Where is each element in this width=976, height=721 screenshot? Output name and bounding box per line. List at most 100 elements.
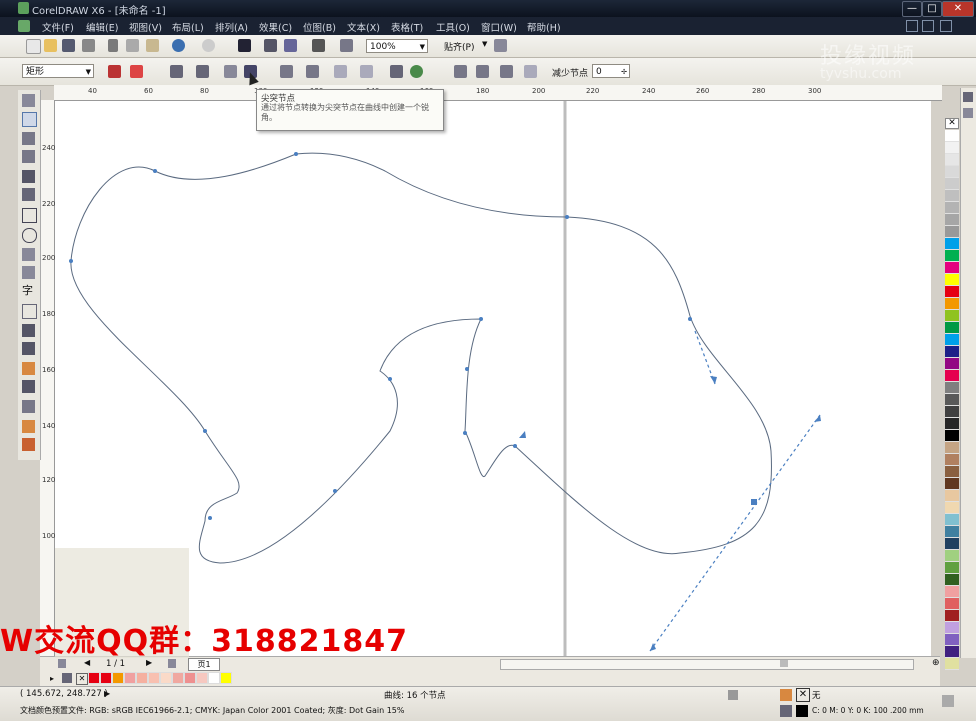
connector-tool-icon[interactable] — [22, 342, 35, 355]
no-color-swatch[interactable]: ✕ — [945, 118, 959, 129]
menu-edit[interactable]: 编辑(E) — [86, 20, 118, 34]
color-swatch[interactable] — [945, 274, 959, 286]
color-swatch[interactable] — [945, 214, 959, 226]
smooth-node-icon[interactable] — [280, 65, 293, 78]
join-nodes-icon[interactable] — [170, 65, 183, 78]
color-swatch[interactable] — [945, 358, 959, 370]
color-swatch[interactable] — [945, 562, 959, 574]
freehand-tool-icon[interactable] — [22, 170, 35, 183]
menu-effects[interactable]: 效果(C) — [259, 20, 292, 34]
resize-grip-icon[interactable] — [942, 695, 954, 707]
horizontal-ruler[interactable]: 40 60 80 100 120 140 160 180 200 220 240… — [54, 85, 942, 101]
zoom-tool-icon[interactable] — [22, 150, 35, 163]
menu-text[interactable]: 文本(X) — [347, 20, 380, 34]
docker-icon[interactable] — [963, 92, 973, 102]
color-swatch[interactable] — [945, 454, 959, 466]
shape-selection-mode-select[interactable]: 矩形 ▼ — [22, 64, 94, 78]
document-color-swatch[interactable] — [100, 672, 112, 684]
menu-table[interactable]: 表格(T) — [391, 20, 423, 34]
control-handle-line[interactable] — [649, 414, 821, 652]
menu-arrange[interactable]: 排列(A) — [215, 20, 248, 34]
color-swatch[interactable] — [945, 646, 959, 658]
symmetrical-node-icon[interactable] — [306, 65, 319, 78]
zoom-level-select[interactable]: 100% ▼ — [366, 39, 428, 53]
color-swatch[interactable] — [945, 394, 959, 406]
minimize-button[interactable]: — — [902, 1, 922, 17]
node[interactable] — [69, 259, 73, 263]
color-swatch[interactable] — [945, 466, 959, 478]
reduce-nodes-input[interactable]: 0 ✢ — [592, 64, 630, 78]
control-point-arrow[interactable] — [814, 415, 821, 422]
palette-menu-icon[interactable]: ▸ — [50, 674, 54, 683]
node[interactable] — [203, 429, 207, 433]
color-swatch[interactable] — [945, 142, 959, 154]
doc-restore-icon[interactable] — [922, 20, 934, 32]
menu-window[interactable]: 窗口(W) — [481, 20, 517, 34]
color-swatch[interactable] — [945, 610, 959, 622]
document-color-swatch[interactable] — [136, 672, 148, 684]
snap-chevron-icon[interactable]: ▼ — [482, 40, 487, 48]
color-swatch[interactable] — [945, 382, 959, 394]
expand-status-icon[interactable]: ▶ — [104, 689, 110, 698]
undo-icon[interactable] — [172, 39, 185, 52]
color-swatch[interactable] — [945, 322, 959, 334]
color-palette[interactable] — [945, 130, 959, 670]
menu-help[interactable]: 帮助(H) — [527, 20, 561, 34]
save-icon[interactable] — [62, 39, 75, 52]
page-first-icon[interactable] — [58, 659, 66, 668]
vertical-ruler[interactable]: 240 220 200 180 160 140 120 100 — [40, 100, 55, 656]
import-icon[interactable] — [238, 39, 251, 52]
color-swatch[interactable] — [945, 442, 959, 454]
color-swatch[interactable] — [945, 310, 959, 322]
color-swatch[interactable] — [945, 490, 959, 502]
menu-view[interactable]: 视图(V) — [129, 20, 162, 34]
docker-icon[interactable] — [963, 108, 973, 118]
no-fill-swatch-icon[interactable]: ✕ — [796, 688, 810, 702]
menu-tools[interactable]: 工具(O) — [436, 20, 470, 34]
color-swatch[interactable] — [945, 286, 959, 298]
reverse-direction-icon[interactable] — [334, 65, 347, 78]
node[interactable] — [479, 317, 483, 321]
table-tool-icon[interactable] — [22, 304, 37, 319]
doc-icon[interactable] — [18, 20, 30, 32]
color-swatch[interactable] — [945, 622, 959, 634]
curve-object[interactable] — [70, 152, 772, 564]
node[interactable] — [294, 152, 298, 156]
node[interactable] — [463, 431, 467, 435]
polygon-tool-icon[interactable] — [22, 248, 35, 261]
color-swatch[interactable] — [945, 418, 959, 430]
node[interactable] — [208, 516, 212, 520]
scrollbar-thumb[interactable] — [780, 660, 788, 667]
snap-to-dropdown[interactable]: 贴齐(P) — [444, 40, 474, 53]
node[interactable] — [465, 367, 469, 371]
interactive-fill-icon[interactable] — [22, 438, 35, 451]
shape-tool-icon[interactable] — [22, 112, 37, 127]
redo-icon[interactable] — [202, 39, 215, 52]
smart-fill-icon[interactable] — [22, 188, 35, 201]
blend-tool-icon[interactable] — [22, 362, 35, 375]
node[interactable] — [388, 377, 392, 381]
color-swatch[interactable] — [945, 406, 959, 418]
outline-tool-icon[interactable] — [22, 400, 35, 413]
align-nodes-icon[interactable] — [500, 65, 513, 78]
ellipse-tool-icon[interactable] — [22, 228, 37, 243]
color-swatch[interactable] — [945, 550, 959, 562]
horizontal-scrollbar[interactable] — [500, 659, 914, 670]
color-swatch[interactable] — [945, 334, 959, 346]
auto-close-icon[interactable] — [410, 65, 423, 78]
color-swatch[interactable] — [945, 154, 959, 166]
menu-layout[interactable]: 布局(L) — [172, 20, 204, 34]
select-all-nodes-icon[interactable] — [524, 65, 537, 78]
node[interactable] — [565, 215, 569, 219]
document-color-swatch[interactable] — [124, 672, 136, 684]
color-swatch[interactable] — [945, 514, 959, 526]
selected-node[interactable] — [751, 499, 757, 505]
options-icon[interactable] — [494, 39, 507, 52]
break-curve-icon[interactable] — [196, 65, 209, 78]
publish-pdf-icon[interactable] — [284, 39, 297, 52]
document-color-swatch[interactable] — [112, 672, 124, 684]
fill-icon[interactable] — [780, 689, 792, 701]
dimension-tool-icon[interactable] — [22, 324, 35, 337]
color-swatch[interactable] — [945, 538, 959, 550]
crop-tool-icon[interactable] — [22, 132, 35, 145]
